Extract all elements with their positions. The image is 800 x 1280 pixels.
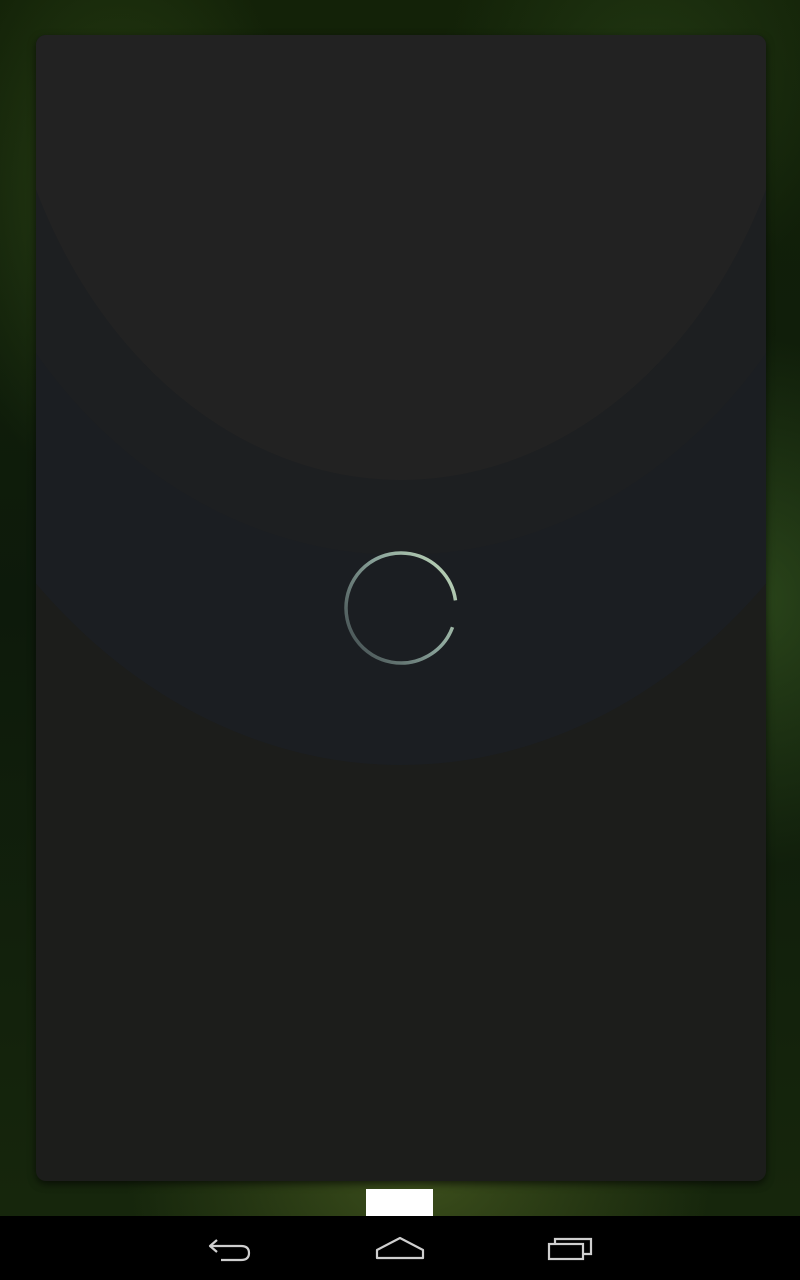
home-button[interactable] bbox=[350, 1216, 450, 1280]
screen bbox=[0, 0, 800, 1280]
recent-apps-button[interactable] bbox=[521, 1216, 621, 1280]
recent-apps-icon bbox=[547, 1234, 595, 1262]
progress-spinner-icon bbox=[342, 549, 460, 667]
loading-card bbox=[36, 35, 766, 1181]
home-icon bbox=[375, 1234, 425, 1262]
page-indicator bbox=[366, 1189, 433, 1216]
back-icon bbox=[207, 1234, 253, 1262]
navigation-bar bbox=[0, 1216, 800, 1280]
back-button[interactable] bbox=[180, 1216, 280, 1280]
